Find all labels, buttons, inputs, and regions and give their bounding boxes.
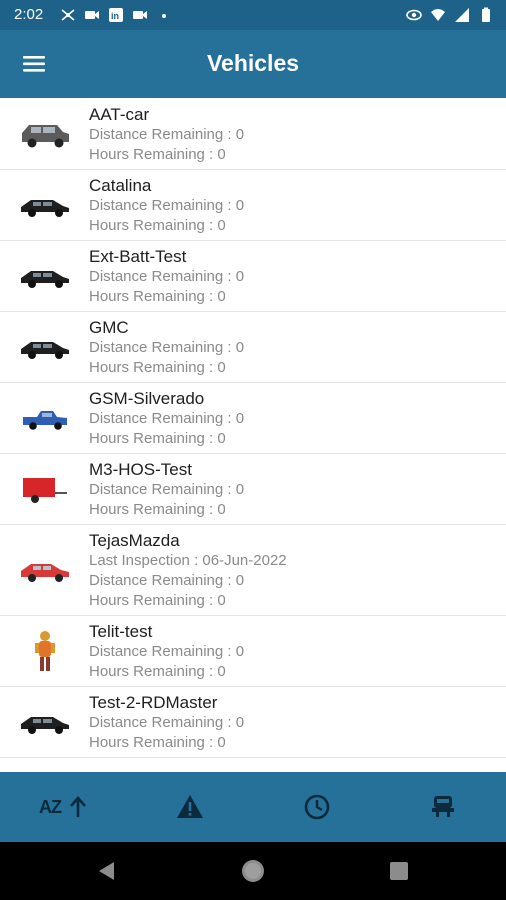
sort-az-button[interactable]: AZ [34,792,94,822]
status-bar: 2:02 in [0,0,506,30]
history-button[interactable] [302,792,332,822]
hours-remaining: Hours Remaining : 0 [89,734,226,751]
hours-remaining: Hours Remaining : 0 [89,592,226,609]
eye-icon [406,9,422,21]
wifi-icon [431,9,445,21]
vehicle-row[interactable]: Test-2-RDMaster Distance Remaining : 0 H… [0,687,506,758]
vehicle-button[interactable] [428,792,458,822]
car-icon [18,328,72,368]
hours-remaining: Hours Remaining : 0 [89,430,226,447]
distance-remaining: Distance Remaining : 0 [89,714,245,731]
car-icon [18,186,72,226]
hours-remaining: Hours Remaining : 0 [89,501,226,518]
system-navigation-bar [0,842,506,900]
car-icon [18,703,72,743]
network-icon [61,9,75,21]
clock-icon [304,794,330,820]
hours-remaining: Hours Remaining : 0 [89,288,226,305]
distance-remaining: Distance Remaining : 0 [89,268,245,285]
distance-remaining: Distance Remaining : 0 [89,197,245,214]
distance-remaining: Distance Remaining : 0 [89,339,245,356]
vehicle-row[interactable]: M3-HOS-Test Distance Remaining : 0 Hours… [0,454,506,525]
hours-remaining: Hours Remaining : 0 [89,146,226,163]
bottom-navigation: AZ [0,772,506,842]
status-time: 2:02 [14,6,44,23]
vehicle-name: GMC [89,318,129,337]
vehicle-list: AAT-car Distance Remaining : 0 Hours Rem… [0,99,506,772]
video-icon [85,11,99,19]
back-icon[interactable] [96,860,116,882]
distance-remaining: Distance Remaining : 0 [89,572,245,589]
vehicle-name: TejasMazda [89,531,180,550]
distance-remaining: Distance Remaining : 0 [89,126,245,143]
distance-remaining: Distance Remaining : 0 [89,410,245,427]
vehicle-name: Test-2-RDMaster [89,693,218,712]
hours-remaining: Hours Remaining : 0 [89,359,226,376]
car-icon [18,257,72,297]
suv-icon [18,115,72,155]
svg-text:in: in [111,11,119,21]
video-icon [133,11,147,19]
vehicle-row[interactable]: Telit-test Distance Remaining : 0 Hours … [0,616,506,687]
battery-icon [482,7,490,22]
pickup-truck-icon [18,399,72,439]
vehicle-row[interactable]: AAT-car Distance Remaining : 0 Hours Rem… [0,99,506,170]
warning-button[interactable] [175,792,205,822]
sort-az-label: AZ [39,796,62,817]
distance-remaining: Distance Remaining : 0 [89,643,245,660]
vehicle-row[interactable]: GMC Distance Remaining : 0 Hours Remaini… [0,312,506,383]
distance-remaining: Distance Remaining : 0 [89,481,245,498]
vehicle-row[interactable]: TejasMazda Last Inspection : 06-Jun-2022… [0,525,506,616]
warning-icon [177,795,203,818]
page-title: Vehicles [206,50,300,76]
vehicle-name: Ext-Batt-Test [89,247,187,266]
person-icon [18,628,72,678]
app-bar: Vehicles [0,30,506,98]
signal-icon [455,8,469,22]
vehicle-name: AAT-car [89,105,150,124]
linkedin-icon: in [109,8,123,22]
vehicle-name: Telit-test [89,622,153,641]
vehicle-icon [432,796,454,817]
hours-remaining: Hours Remaining : 0 [89,663,226,680]
hours-remaining: Hours Remaining : 0 [89,217,226,234]
vehicle-row[interactable]: GSM-Silverado Distance Remaining : 0 Hou… [0,383,506,454]
home-icon[interactable] [240,858,266,884]
last-inspection: Last Inspection : 06-Jun-2022 [89,552,287,569]
vehicle-name: GSM-Silverado [89,389,205,408]
vehicle-name: M3-HOS-Test [89,460,192,479]
trailer-icon [18,470,72,510]
vehicle-row[interactable]: Catalina Distance Remaining : 0 Hours Re… [0,170,506,241]
vehicle-row[interactable]: Ext-Batt-Test Distance Remaining : 0 Hou… [0,241,506,312]
dot-icon [162,14,166,18]
vehicle-name: Catalina [89,176,152,195]
red-car-icon [18,551,72,591]
sort-az-icon [70,796,86,817]
recents-icon[interactable] [388,860,410,882]
